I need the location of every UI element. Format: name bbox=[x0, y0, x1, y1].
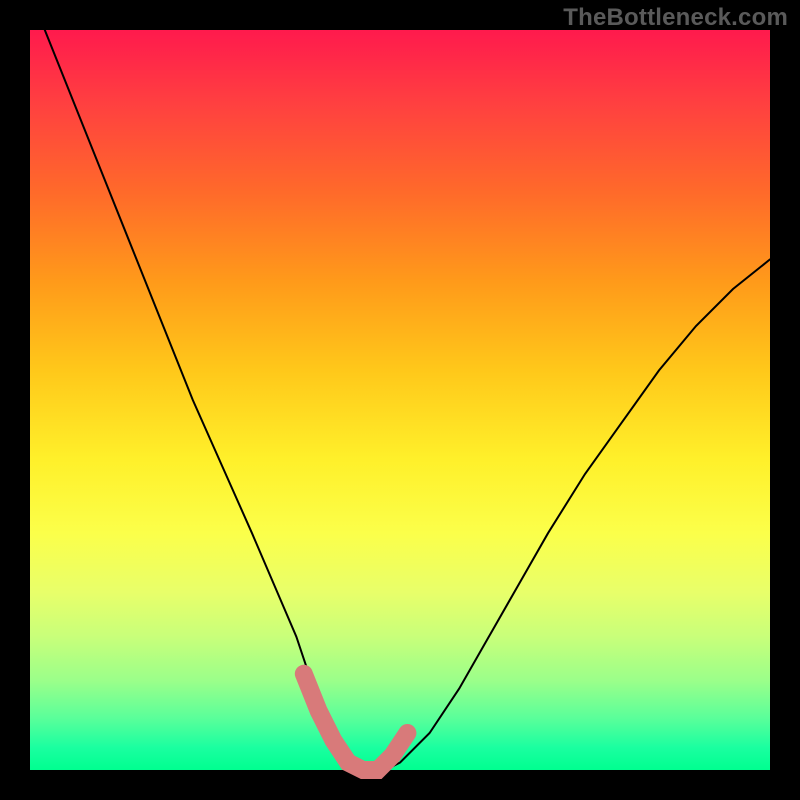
chart-frame: TheBottleneck.com bbox=[0, 0, 800, 800]
bottleneck-floor-highlight bbox=[304, 674, 408, 770]
plot-area bbox=[30, 30, 770, 770]
chart-svg bbox=[30, 30, 770, 770]
watermark-text: TheBottleneck.com bbox=[563, 4, 788, 32]
bottleneck-curve bbox=[45, 30, 770, 770]
